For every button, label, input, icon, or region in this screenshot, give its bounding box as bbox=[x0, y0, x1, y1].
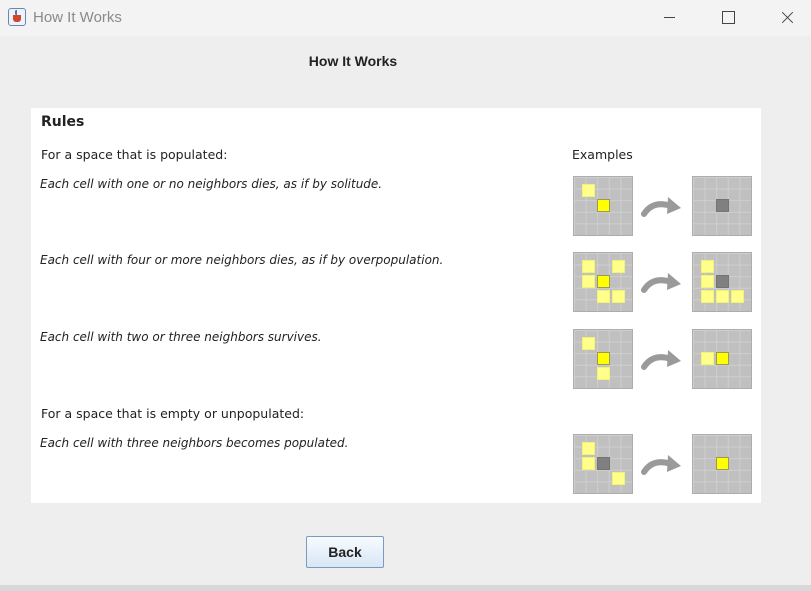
curved-arrow-icon bbox=[641, 273, 681, 293]
neighbor-cell bbox=[612, 290, 625, 303]
dead-cell bbox=[716, 199, 729, 212]
focus-cell bbox=[597, 352, 610, 365]
curved-arrow-icon bbox=[641, 197, 681, 217]
focus-cell bbox=[716, 352, 729, 365]
examples-label: Examples bbox=[572, 147, 633, 162]
curved-arrow-icon bbox=[641, 350, 681, 370]
neighbor-cell bbox=[597, 367, 610, 380]
dead-cell bbox=[716, 275, 729, 288]
example-survival-after bbox=[692, 329, 752, 389]
curved-arrow-icon bbox=[641, 455, 681, 475]
example-survival-before bbox=[573, 329, 633, 389]
window-title: How It Works bbox=[33, 9, 122, 26]
neighbor-cell bbox=[701, 260, 714, 273]
neighbor-cell bbox=[612, 472, 625, 485]
minimize-button[interactable] bbox=[640, 0, 698, 36]
focus-cell bbox=[597, 199, 610, 212]
neighbor-cell bbox=[716, 290, 729, 303]
neighbor-cell bbox=[582, 442, 595, 455]
empty-cell bbox=[597, 457, 610, 470]
neighbor-cell bbox=[582, 184, 595, 197]
close-button[interactable] bbox=[758, 0, 811, 36]
neighbor-cell bbox=[582, 337, 595, 350]
java-cup-icon bbox=[8, 8, 26, 26]
neighbor-cell bbox=[701, 352, 714, 365]
example-solitude-after bbox=[692, 176, 752, 236]
focus-cell bbox=[597, 275, 610, 288]
rule-survival: Each cell with two or three neighbors su… bbox=[40, 330, 322, 344]
example-birth-after bbox=[692, 434, 752, 494]
example-solitude-before bbox=[573, 176, 633, 236]
neighbor-cell bbox=[612, 260, 625, 273]
neighbor-cell bbox=[701, 275, 714, 288]
rules-panel: Rules For a space that is populated: Exa… bbox=[31, 108, 761, 503]
rule-overpopulation: Each cell with four or more neighbors di… bbox=[40, 253, 444, 267]
example-birth-before bbox=[573, 434, 633, 494]
back-button[interactable]: Back bbox=[306, 536, 384, 568]
neighbor-cell bbox=[582, 275, 595, 288]
neighbor-cell bbox=[597, 290, 610, 303]
rule-birth: Each cell with three neighbors becomes p… bbox=[40, 436, 349, 450]
rules-title: Rules bbox=[41, 114, 85, 130]
title-bar: How It Works bbox=[0, 0, 811, 36]
example-overpopulation-after bbox=[692, 252, 752, 312]
neighbor-cell bbox=[731, 290, 744, 303]
neighbor-cell bbox=[582, 457, 595, 470]
neighbor-cell bbox=[582, 260, 595, 273]
maximize-button[interactable] bbox=[699, 0, 757, 36]
populated-section-label: For a space that is populated: bbox=[41, 147, 228, 162]
window-bottom-edge bbox=[0, 585, 811, 591]
page-title: How It Works bbox=[308, 53, 398, 69]
neighbor-cell bbox=[701, 290, 714, 303]
rule-solitude: Each cell with one or no neighbors dies,… bbox=[40, 177, 383, 191]
focus-cell bbox=[716, 457, 729, 470]
empty-section-label: For a space that is empty or unpopulated… bbox=[41, 406, 305, 421]
example-overpopulation-before bbox=[573, 252, 633, 312]
